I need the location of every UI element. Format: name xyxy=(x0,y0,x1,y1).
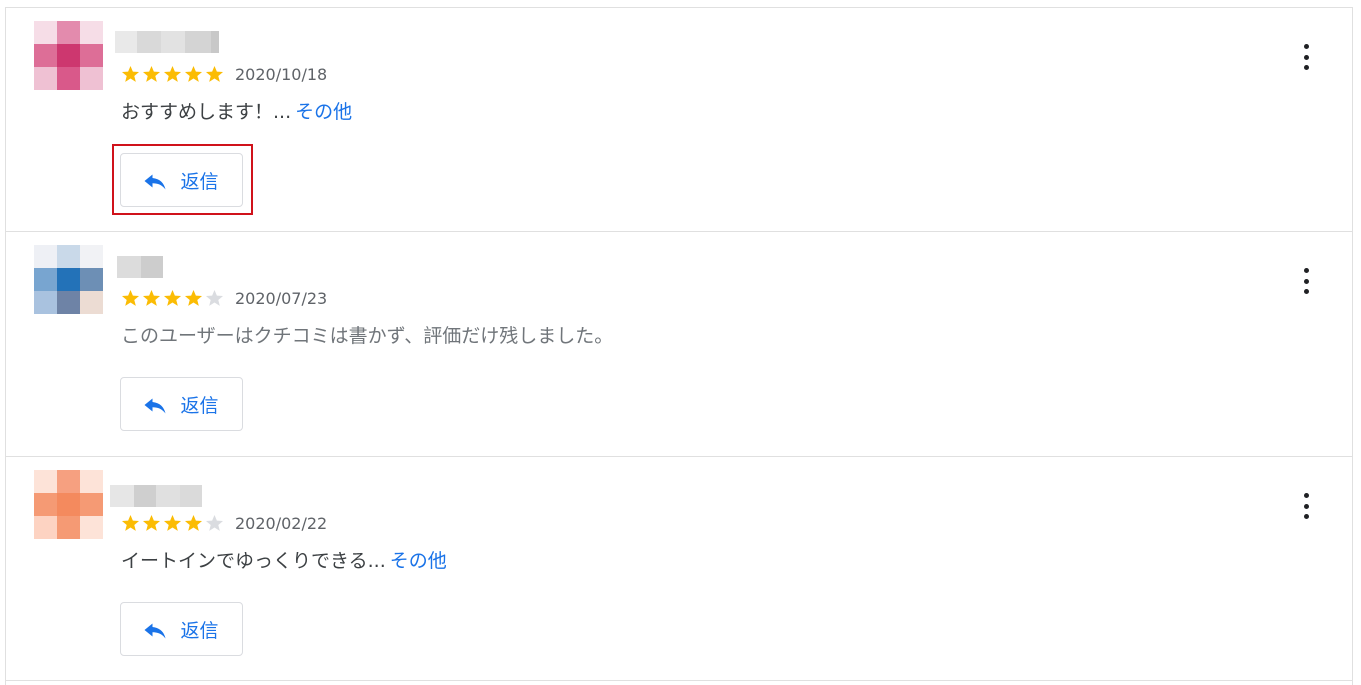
reply-icon xyxy=(144,623,166,638)
review-date: 2020/07/23 xyxy=(235,289,328,308)
reviewer-name-blurred xyxy=(110,485,202,507)
reply-button[interactable]: 返信 xyxy=(120,153,243,207)
star-icon xyxy=(163,65,182,82)
star-icon xyxy=(205,514,224,531)
reply-button-label: 返信 xyxy=(180,170,219,193)
review-text: イートインでゆっくりできる... その他 xyxy=(121,548,447,574)
avatar[interactable] xyxy=(34,21,103,90)
review-item: 2020/02/22 イートインでゆっくりできる... その他 返信 xyxy=(6,457,1352,681)
review-date: 2020/10/18 xyxy=(235,65,328,84)
star-icon xyxy=(184,289,203,306)
star-icon xyxy=(184,65,203,82)
star-icon xyxy=(163,289,182,306)
star-icon xyxy=(121,514,140,531)
review-text: おすすめします！... その他 xyxy=(121,99,352,125)
star-icon xyxy=(142,65,161,82)
reply-icon xyxy=(144,174,166,189)
review-text-body: イートインでゆっくりできる... xyxy=(121,550,386,572)
avatar[interactable] xyxy=(34,470,103,539)
review-list: 2020/10/18 おすすめします！... その他 返信 2020/07/23 … xyxy=(5,7,1353,685)
more-link[interactable]: その他 xyxy=(390,550,447,572)
star-rating xyxy=(120,289,225,307)
star-icon xyxy=(142,514,161,531)
review-text: このユーザーはクチコミは書かず、評価だけ残しました。 xyxy=(121,323,613,349)
avatar[interactable] xyxy=(34,245,103,314)
reviewer-name-blurred xyxy=(117,256,163,278)
more-options-icon[interactable] xyxy=(1296,266,1316,296)
star-icon xyxy=(205,65,224,82)
review-text-body: おすすめします！... xyxy=(121,101,292,123)
reply-icon xyxy=(144,398,166,413)
star-icon xyxy=(142,289,161,306)
star-icon xyxy=(121,289,140,306)
star-icon xyxy=(184,514,203,531)
review-date: 2020/02/22 xyxy=(235,514,328,533)
reviewer-name-blurred xyxy=(115,31,219,53)
star-rating xyxy=(120,514,225,532)
star-icon xyxy=(205,289,224,306)
more-options-icon[interactable] xyxy=(1296,42,1316,72)
star-rating xyxy=(120,65,225,83)
reply-button[interactable]: 返信 xyxy=(120,377,243,431)
more-options-icon[interactable] xyxy=(1296,491,1316,521)
star-icon xyxy=(163,514,182,531)
reply-button-label: 返信 xyxy=(180,619,219,642)
review-text-body: このユーザーはクチコミは書かず、評価だけ残しました。 xyxy=(121,325,614,347)
star-icon xyxy=(121,65,140,82)
reply-button[interactable]: 返信 xyxy=(120,602,243,656)
more-link[interactable]: その他 xyxy=(295,101,352,123)
reply-button-label: 返信 xyxy=(180,394,219,417)
review-item: 2020/07/23 このユーザーはクチコミは書かず、評価だけ残しました。 返信 xyxy=(6,232,1352,457)
review-item: 2020/10/18 おすすめします！... その他 返信 xyxy=(6,8,1352,232)
